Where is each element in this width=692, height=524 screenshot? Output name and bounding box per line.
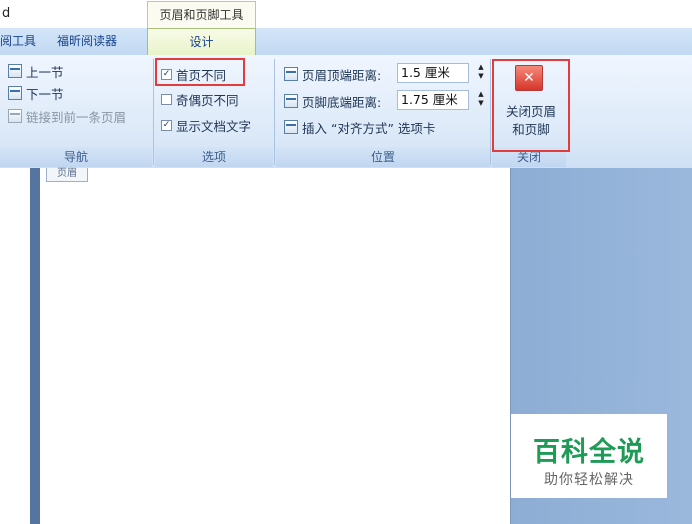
header-position-icon — [284, 67, 298, 81]
contextual-tab-group-header-footer-tools: 页眉和页脚工具 — [147, 1, 256, 28]
checkbox-unchecked-icon — [161, 93, 172, 105]
tab-design[interactable]: 设计 — [147, 28, 256, 56]
link-to-previous-icon — [8, 109, 22, 123]
document-page[interactable] — [40, 168, 510, 524]
spin-down-icon[interactable]: ▼ — [476, 72, 486, 81]
watermark-title: 百科全说 — [533, 437, 645, 468]
footer-from-bottom-label: 页脚底端距离: — [302, 94, 382, 110]
header-area-tag: 页眉 — [46, 168, 88, 182]
tab-review-tools[interactable]: 阅工具 — [0, 28, 36, 55]
insert-alignment-tab-icon — [284, 120, 298, 134]
footer-position-icon — [284, 94, 298, 108]
different-odd-even-label: 奇偶页不同 — [176, 92, 239, 108]
group-label-options: 选项 — [155, 147, 273, 167]
next-section-icon — [8, 86, 22, 100]
header-from-top-label-row: 页眉顶端距离: — [284, 64, 381, 84]
watermark-logo: 百科全说 助你轻松解决 — [511, 414, 667, 498]
footer-from-bottom-label-row: 页脚底端距离: — [284, 91, 381, 111]
previous-section-label: 上一节 — [26, 64, 64, 80]
insert-alignment-tab-label: 插入 “对齐方式” 选项卡 — [302, 120, 436, 136]
footer-from-bottom-input[interactable]: 1.75 厘米 — [397, 90, 469, 110]
spin-down-icon[interactable]: ▼ — [476, 99, 486, 108]
previous-section-icon — [8, 64, 22, 78]
insert-alignment-tab-button[interactable]: 插入 “对齐方式” 选项卡 — [284, 117, 435, 137]
group-divider — [153, 59, 154, 165]
highlight-close-header-footer — [492, 59, 570, 152]
ribbon-tab-strip: 阅工具 福昕阅读器 设计 — [0, 28, 692, 56]
different-odd-even-checkbox[interactable]: 奇偶页不同 — [161, 89, 239, 109]
previous-section-button[interactable]: 上一节 — [8, 61, 64, 81]
link-to-previous-label: 链接到前一条页眉 — [26, 109, 127, 125]
group-divider — [274, 59, 275, 165]
window-title: d — [2, 6, 11, 21]
show-document-text-label: 显示文档文字 — [176, 118, 252, 134]
header-from-top-input[interactable]: 1.5 厘米 — [397, 63, 469, 83]
watermark-subtitle: 助你轻松解决 — [544, 472, 634, 488]
group-divider — [490, 59, 491, 165]
spin-up-icon[interactable]: ▲ — [476, 63, 486, 72]
header-spin-buttons[interactable]: ▲ ▼ — [476, 63, 486, 83]
group-label-position: 位置 — [276, 147, 490, 167]
spin-up-icon[interactable]: ▲ — [476, 90, 486, 99]
show-document-text-checkbox[interactable]: ✓ 显示文档文字 — [161, 115, 251, 135]
checkbox-checked-icon: ✓ — [161, 119, 172, 131]
next-section-label: 下一节 — [26, 86, 64, 102]
left-margin-panel — [0, 168, 30, 524]
header-from-top-label: 页眉顶端距离: — [302, 67, 382, 83]
group-label-navigation: 导航 — [0, 147, 152, 167]
footer-spin-buttons[interactable]: ▲ ▼ — [476, 90, 486, 110]
ribbon: 上一节 下一节 链接到前一条页眉 导航 ✓ 首页不同 奇偶页不同 ✓ 显示文档文… — [0, 55, 692, 169]
link-to-previous-button[interactable]: 链接到前一条页眉 — [8, 106, 126, 126]
title-bar: d 页眉和页脚工具 — [0, 0, 692, 28]
tab-fuxin-reader[interactable]: 福昕阅读器 — [57, 28, 117, 55]
page-edge — [30, 168, 40, 524]
highlight-different-first-page — [155, 58, 245, 86]
next-section-button[interactable]: 下一节 — [8, 83, 64, 103]
